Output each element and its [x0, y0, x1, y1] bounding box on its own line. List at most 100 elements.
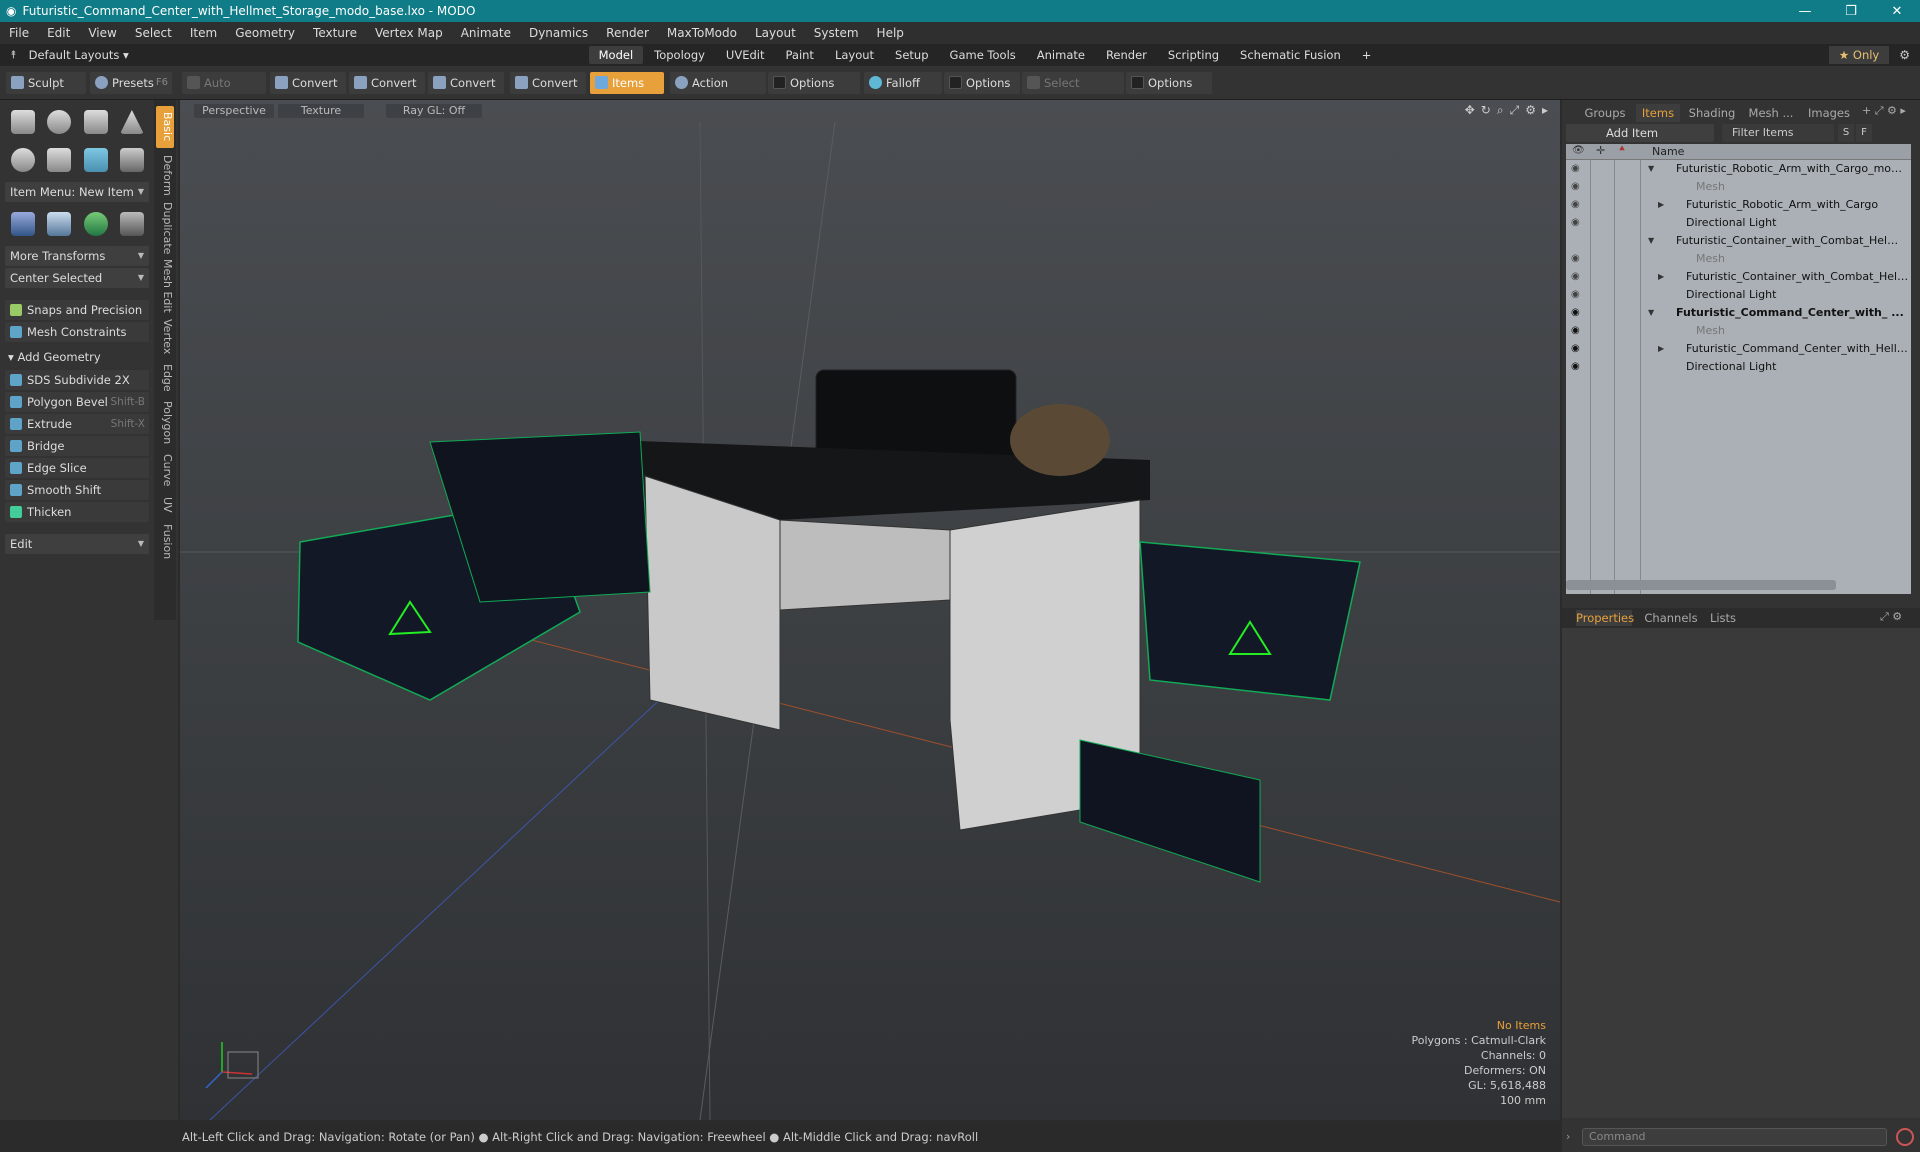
list-item[interactable]: ▼ Futuristic_Container_with_Combat_Helmet… [1566, 232, 1911, 250]
expand-arrow-icon[interactable]: ▶ [1658, 268, 1664, 286]
menu-render[interactable]: Render [597, 26, 658, 40]
visibility-eye-icon[interactable]: ◉ [1571, 178, 1583, 196]
action-center-button[interactable]: Action Center [670, 72, 766, 112]
visibility-eye-icon[interactable]: ◉ [1571, 304, 1583, 322]
vtab-vertex[interactable]: Vertex [156, 316, 174, 358]
command-history-icon[interactable] [1896, 1128, 1914, 1146]
shading-texture-button[interactable]: Texture [278, 104, 364, 118]
tab-layout[interactable]: Layout [825, 46, 884, 64]
tab-game-tools[interactable]: Game Tools [940, 46, 1026, 64]
auto-select-button[interactable]: Auto Select [182, 72, 266, 112]
presets-button[interactable]: Presets F6 [90, 72, 172, 94]
rotate-globe-icon[interactable] [83, 212, 108, 236]
visibility-eye-icon[interactable]: ◉ [1571, 160, 1583, 178]
list-item[interactable]: ◉ ▶ Futuristic_Command_Center_with_Hellm .… [1566, 340, 1911, 358]
falloff-button[interactable]: Falloff [864, 72, 942, 94]
options-checkbox-icon[interactable] [773, 76, 786, 89]
3d-viewport[interactable]: Perspective Texture Ray GL: Off ✥ ↻ ⌕ ⤢ … [180, 100, 1560, 1120]
close-button[interactable]: ✕ [1874, 4, 1920, 19]
pan-icon[interactable]: ✥ [1465, 103, 1475, 118]
text-tool-icon[interactable] [119, 148, 144, 172]
sphere-primitive-icon[interactable] [47, 110, 72, 134]
grid-icon[interactable] [47, 212, 72, 236]
tab-shading[interactable]: Shading [1684, 104, 1740, 122]
visibility-eye-icon[interactable]: ◉ [1571, 322, 1583, 340]
list-item[interactable]: ◉ Mesh [1566, 178, 1911, 196]
filter-s-button[interactable]: S [1838, 124, 1854, 142]
select-through-button[interactable]: Select Through [1022, 72, 1124, 112]
edit-dropdown[interactable]: Edit [5, 534, 149, 554]
extrude-button[interactable]: Extrude Shift-X [5, 414, 149, 434]
visibility-eye-icon[interactable]: ◉ [1571, 268, 1583, 286]
item-menu-dropdown[interactable]: Item Menu: New Item [5, 182, 149, 202]
vtab-polygon[interactable]: Polygon [156, 398, 174, 448]
tab-topology[interactable]: Topology [644, 46, 715, 64]
convert-polygon-button[interactable]: Convert [428, 72, 504, 94]
layout-collapse-icon[interactable]: ⯭ [10, 48, 17, 62]
visibility-eye-icon[interactable]: ◉ [1571, 286, 1583, 304]
convert-edge-button[interactable]: Convert [349, 72, 425, 94]
list-item[interactable]: ◉ Directional Light [1566, 214, 1911, 232]
only-toggle[interactable]: ★ Only [1828, 46, 1890, 64]
add-geometry-header[interactable]: ▾ Add Geometry [8, 350, 101, 364]
list-item[interactable]: ◉ Directional Light [1566, 358, 1911, 376]
properties-settings-gear-icon[interactable]: ⤢ ⚙ [1880, 610, 1902, 624]
menu-system[interactable]: System [805, 26, 868, 40]
smooth-shift-button[interactable]: Smooth Shift [5, 480, 149, 500]
items-mode-button[interactable]: Items [590, 72, 664, 94]
vtab-mesh-edit[interactable]: Mesh Edit [156, 258, 174, 314]
menu-texture[interactable]: Texture [304, 26, 366, 40]
list-item[interactable]: ◉ ▼ Futuristic_Command_Center_with_ ... [1566, 304, 1911, 322]
snaps-precision-button[interactable]: Snaps and Precision [5, 300, 149, 320]
expand-arrow-icon[interactable]: ▶ [1658, 196, 1664, 214]
tab-mesh[interactable]: Mesh ... [1744, 104, 1798, 122]
tab-lists[interactable]: Lists [1704, 610, 1742, 626]
menu-dynamics[interactable]: Dynamics [520, 26, 597, 40]
thicken-button[interactable]: Thicken [5, 502, 149, 522]
tab-paint[interactable]: Paint [775, 46, 823, 64]
cylinder-primitive-icon[interactable] [83, 110, 108, 134]
collapse-arrow-icon[interactable]: ▼ [1648, 160, 1654, 178]
expand-arrow-icon[interactable]: ▶ [1658, 340, 1664, 358]
cone-primitive-icon[interactable] [119, 110, 144, 134]
filter-f-button[interactable]: F [1856, 124, 1872, 142]
fit-icon[interactable]: ⤢ [1510, 103, 1520, 118]
menu-vertex-map[interactable]: Vertex Map [366, 26, 452, 40]
falloff-options-button[interactable]: Options [944, 72, 1020, 94]
horizontal-scrollbar[interactable] [1566, 580, 1836, 590]
list-item[interactable]: ◉ Directional Light [1566, 286, 1911, 304]
list-item[interactable]: ◉ Mesh [1566, 250, 1911, 268]
viewport-expand-icon[interactable]: ▸ [1542, 103, 1548, 118]
visibility-eye-icon[interactable]: ◉ [1571, 358, 1583, 376]
visibility-eye-icon[interactable]: ◉ [1571, 340, 1583, 358]
move-transform-icon[interactable] [11, 212, 36, 236]
vtab-deform[interactable]: Deform [156, 152, 174, 198]
list-item[interactable]: ◉ ▼ Futuristic_Robotic_Arm_with_Cargo_modo… [1566, 160, 1911, 178]
vtab-basic[interactable]: Basic [156, 106, 174, 148]
menu-animate[interactable]: Animate [452, 26, 520, 40]
tab-images[interactable]: Images [1802, 104, 1856, 122]
raygl-toggle[interactable]: Ray GL: Off [386, 104, 482, 118]
list-item[interactable]: ◉ ▶ Futuristic_Container_with_Combat_Helm.… [1566, 268, 1911, 286]
tab-scripting[interactable]: Scripting [1158, 46, 1229, 64]
menu-view[interactable]: View [79, 26, 125, 40]
capsule-primitive-icon[interactable] [47, 148, 72, 172]
orbit-icon[interactable]: ↻ [1481, 103, 1491, 118]
add-item-dropdown[interactable]: Add Item [1566, 124, 1714, 142]
menu-maxtomodo[interactable]: MaxToModo [658, 26, 746, 40]
center-selected-dropdown[interactable]: Center Selected [5, 268, 149, 288]
more-transforms-dropdown[interactable]: More Transforms [5, 246, 149, 266]
edge-slice-button[interactable]: Edge Slice [5, 458, 149, 478]
visibility-eye-icon[interactable]: ◉ [1571, 196, 1583, 214]
menu-edit[interactable]: Edit [38, 26, 79, 40]
command-input[interactable]: Command [1582, 1128, 1887, 1146]
panel-controls[interactable]: + ⤢ ⚙ ▸ [1862, 104, 1906, 118]
maximize-button[interactable]: ❐ [1828, 4, 1874, 19]
list-item[interactable]: ◉ ▶ Futuristic_Robotic_Arm_with_Cargo [1566, 196, 1911, 214]
torus-primitive-icon[interactable] [11, 148, 36, 172]
sculpt-button[interactable]: Sculpt [6, 72, 86, 94]
mesh-constraints-button[interactable]: Mesh Constraints [5, 322, 149, 342]
perspective-view-button[interactable]: Perspective [194, 104, 274, 118]
zoom-icon[interactable]: ⌕ [1497, 103, 1504, 118]
tab-model[interactable]: Model [588, 46, 644, 64]
